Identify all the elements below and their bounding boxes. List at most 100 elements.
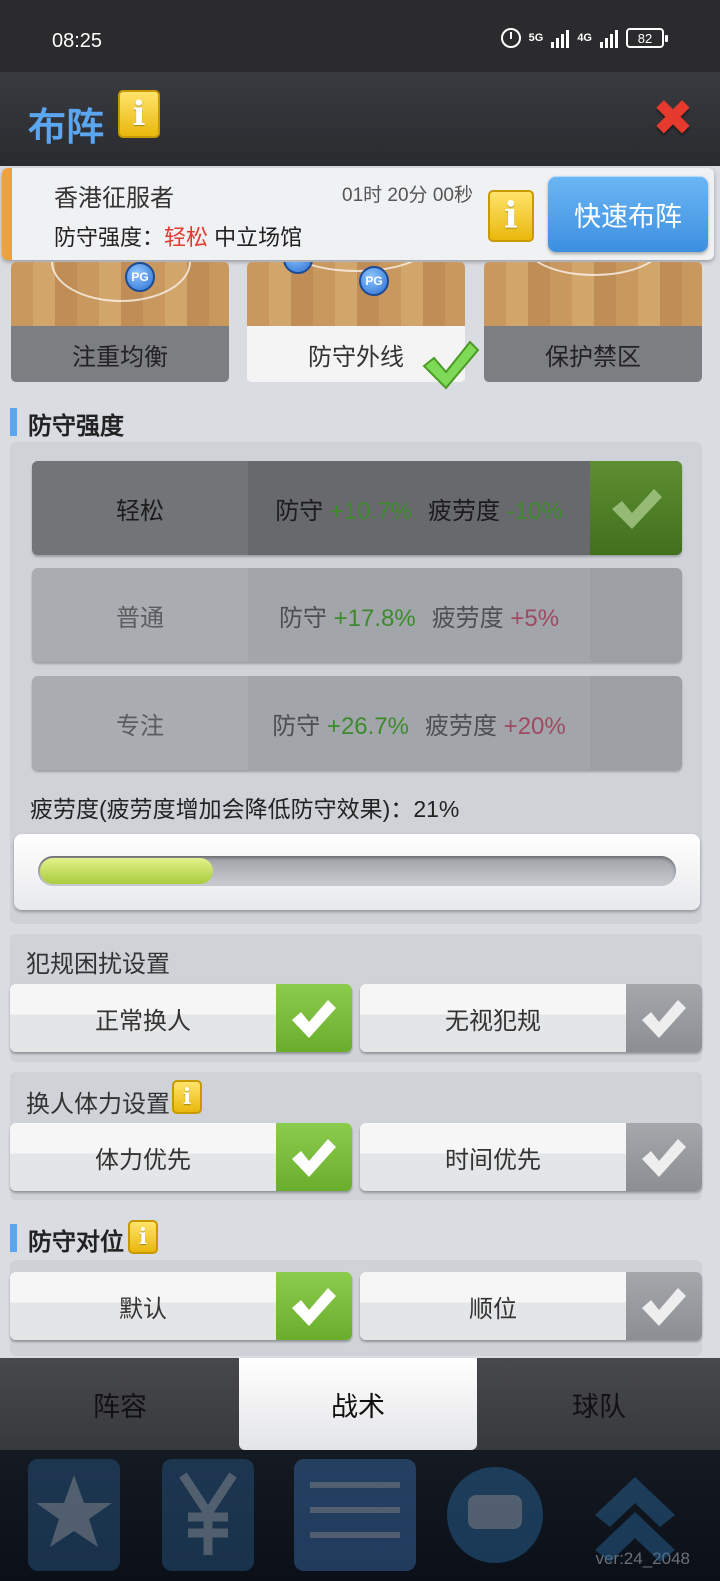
check-cell: [626, 984, 702, 1052]
info-icon[interactable]: i: [118, 90, 160, 138]
fatigue-word: 疲劳度: [431, 604, 504, 632]
opponent-team-name: 香港征服者: [54, 185, 174, 212]
check-cell: [276, 1123, 352, 1191]
intensity-effect: 防守 +10.7% 疲劳度 -10%: [248, 461, 590, 555]
check-icon: [612, 489, 662, 529]
intensity-option-normal[interactable]: 普通 防守 +17.8% 疲劳度 +5%: [32, 568, 682, 662]
matchup-option-default[interactable]: 默认: [10, 1272, 352, 1340]
check-cell: [590, 676, 682, 770]
chevron-up-icon: [595, 1477, 675, 1562]
stamina-option-time-first[interactable]: 时间优先: [360, 1123, 702, 1191]
venue-label: 中立场馆: [214, 225, 303, 250]
court-image: PG: [247, 262, 465, 326]
fatigue-change: -10%: [506, 497, 563, 525]
check-icon: [292, 1139, 336, 1177]
network-4g-label: 4G: [577, 32, 592, 44]
pg-marker: PG: [125, 262, 155, 292]
defense-word: 防守: [275, 497, 324, 525]
defense-bonus: +26.7%: [326, 712, 409, 740]
intensity-name: 专注: [32, 676, 248, 770]
defense-word: 防守: [272, 712, 321, 740]
stamina-option-stamina-first[interactable]: 体力优先: [10, 1123, 352, 1191]
battery-level: 82: [637, 30, 653, 46]
defense-intensity-heading: 防守强度: [10, 406, 124, 441]
intensity-effect: 防守 +26.7% 疲劳度 +20%: [248, 676, 590, 770]
tab-tactics[interactable]: 战术: [239, 1358, 477, 1450]
check-icon: [292, 1288, 336, 1326]
check-icon: [292, 1000, 336, 1038]
matchup-option-order[interactable]: 顺位: [360, 1272, 702, 1340]
fatigue-word: 疲劳度: [425, 712, 497, 740]
check-cell: [626, 1272, 702, 1340]
formation-label: 注重均衡: [11, 326, 229, 382]
fatigue-change: +20%: [503, 712, 566, 740]
foul-option-normal-sub[interactable]: 正常换人: [10, 984, 352, 1052]
fatigue-change: +5%: [510, 604, 560, 632]
accent-stripe: [2, 168, 12, 260]
close-icon[interactable]: ✖: [652, 93, 694, 143]
fatigue-description: 疲劳度(疲劳度增加会降低防守效果)：21%: [30, 796, 460, 822]
signal-icon: [551, 28, 570, 48]
quick-formation-button[interactable]: 快速布阵: [548, 176, 708, 252]
check-cell: [626, 1123, 702, 1191]
signal-icon-2: [600, 28, 618, 48]
status-icons: 5G 4G 82: [500, 28, 668, 48]
chat-icon: [447, 1467, 543, 1563]
network-5g-label: 5G: [528, 32, 544, 44]
court-image: PG: [11, 262, 229, 326]
check-cell: [276, 1272, 352, 1340]
check-cell: [590, 568, 682, 662]
check-cell: [590, 461, 682, 555]
match-intensity: 防守强度：轻松 中立场馆: [54, 220, 302, 252]
formation-card-balanced[interactable]: PG 注重均衡: [11, 262, 229, 382]
fatigue-progress-fill: [40, 858, 213, 884]
intensity-value: 轻松: [164, 225, 209, 250]
option-label: 时间优先: [445, 1146, 541, 1174]
formation-card-paint[interactable]: 保护禁区: [484, 262, 702, 382]
stamina-info-icon[interactable]: i: [172, 1080, 202, 1114]
stamina-settings-heading: 换人体力设置: [26, 1091, 170, 1118]
fatigue-progress-track: [38, 856, 676, 886]
foul-settings-heading: 犯规困扰设置: [26, 951, 170, 978]
header: 布阵 i ✖: [0, 72, 720, 166]
check-icon: [642, 1288, 686, 1326]
intensity-option-easy[interactable]: 轻松 防守 +10.7% 疲劳度 -10%: [32, 461, 682, 555]
page-title: 布阵: [28, 107, 105, 149]
check-icon: [642, 1000, 686, 1038]
formation-label: 保护禁区: [484, 326, 702, 382]
match-info-bar: 香港征服者 01时 20分 00秒 防守强度：轻松 中立场馆 i 快速布阵: [2, 168, 714, 260]
status-time: 08:25: [52, 30, 103, 52]
tab-team[interactable]: 球队: [478, 1358, 720, 1450]
alarm-icon: [500, 28, 521, 48]
star-icon: [28, 1459, 120, 1571]
tactics-board-icon: [294, 1459, 416, 1571]
yen-icon: [162, 1459, 254, 1571]
check-cell: [276, 984, 352, 1052]
matchup-heading: 防守对位: [10, 1222, 124, 1257]
fatigue-progress: [14, 834, 700, 910]
battery-icon: 82: [626, 28, 668, 48]
match-info-icon[interactable]: i: [488, 190, 534, 242]
player-marker: [283, 262, 313, 274]
option-label: 默认: [119, 1295, 167, 1323]
intensity-label: 防守强度：: [54, 225, 165, 250]
option-label: 体力优先: [95, 1146, 191, 1174]
court-image: [484, 262, 702, 326]
defense-word: 防守: [278, 604, 327, 632]
foul-option-ignore[interactable]: 无视犯规: [360, 984, 702, 1052]
fatigue-word: 疲劳度: [428, 497, 501, 525]
matchup-info-icon[interactable]: i: [128, 1220, 158, 1254]
option-label: 无视犯规: [445, 1007, 541, 1035]
tab-lineup[interactable]: 阵容: [0, 1358, 240, 1450]
option-label: 正常换人: [95, 1007, 191, 1035]
intensity-name: 轻松: [32, 461, 248, 555]
pg-marker: PG: [359, 266, 389, 296]
check-icon: [642, 1139, 686, 1177]
intensity-effect: 防守 +17.8% 疲劳度 +5%: [248, 568, 590, 662]
option-label: 顺位: [469, 1295, 517, 1323]
match-countdown: 01时 20分 00秒: [342, 185, 473, 206]
selected-check-icon: [422, 340, 480, 390]
defense-bonus: +10.7%: [329, 497, 413, 525]
bottom-tab-bar: 阵容 战术 球队: [0, 1358, 720, 1450]
intensity-option-focused[interactable]: 专注 防守 +26.7% 疲劳度 +20%: [32, 676, 682, 770]
